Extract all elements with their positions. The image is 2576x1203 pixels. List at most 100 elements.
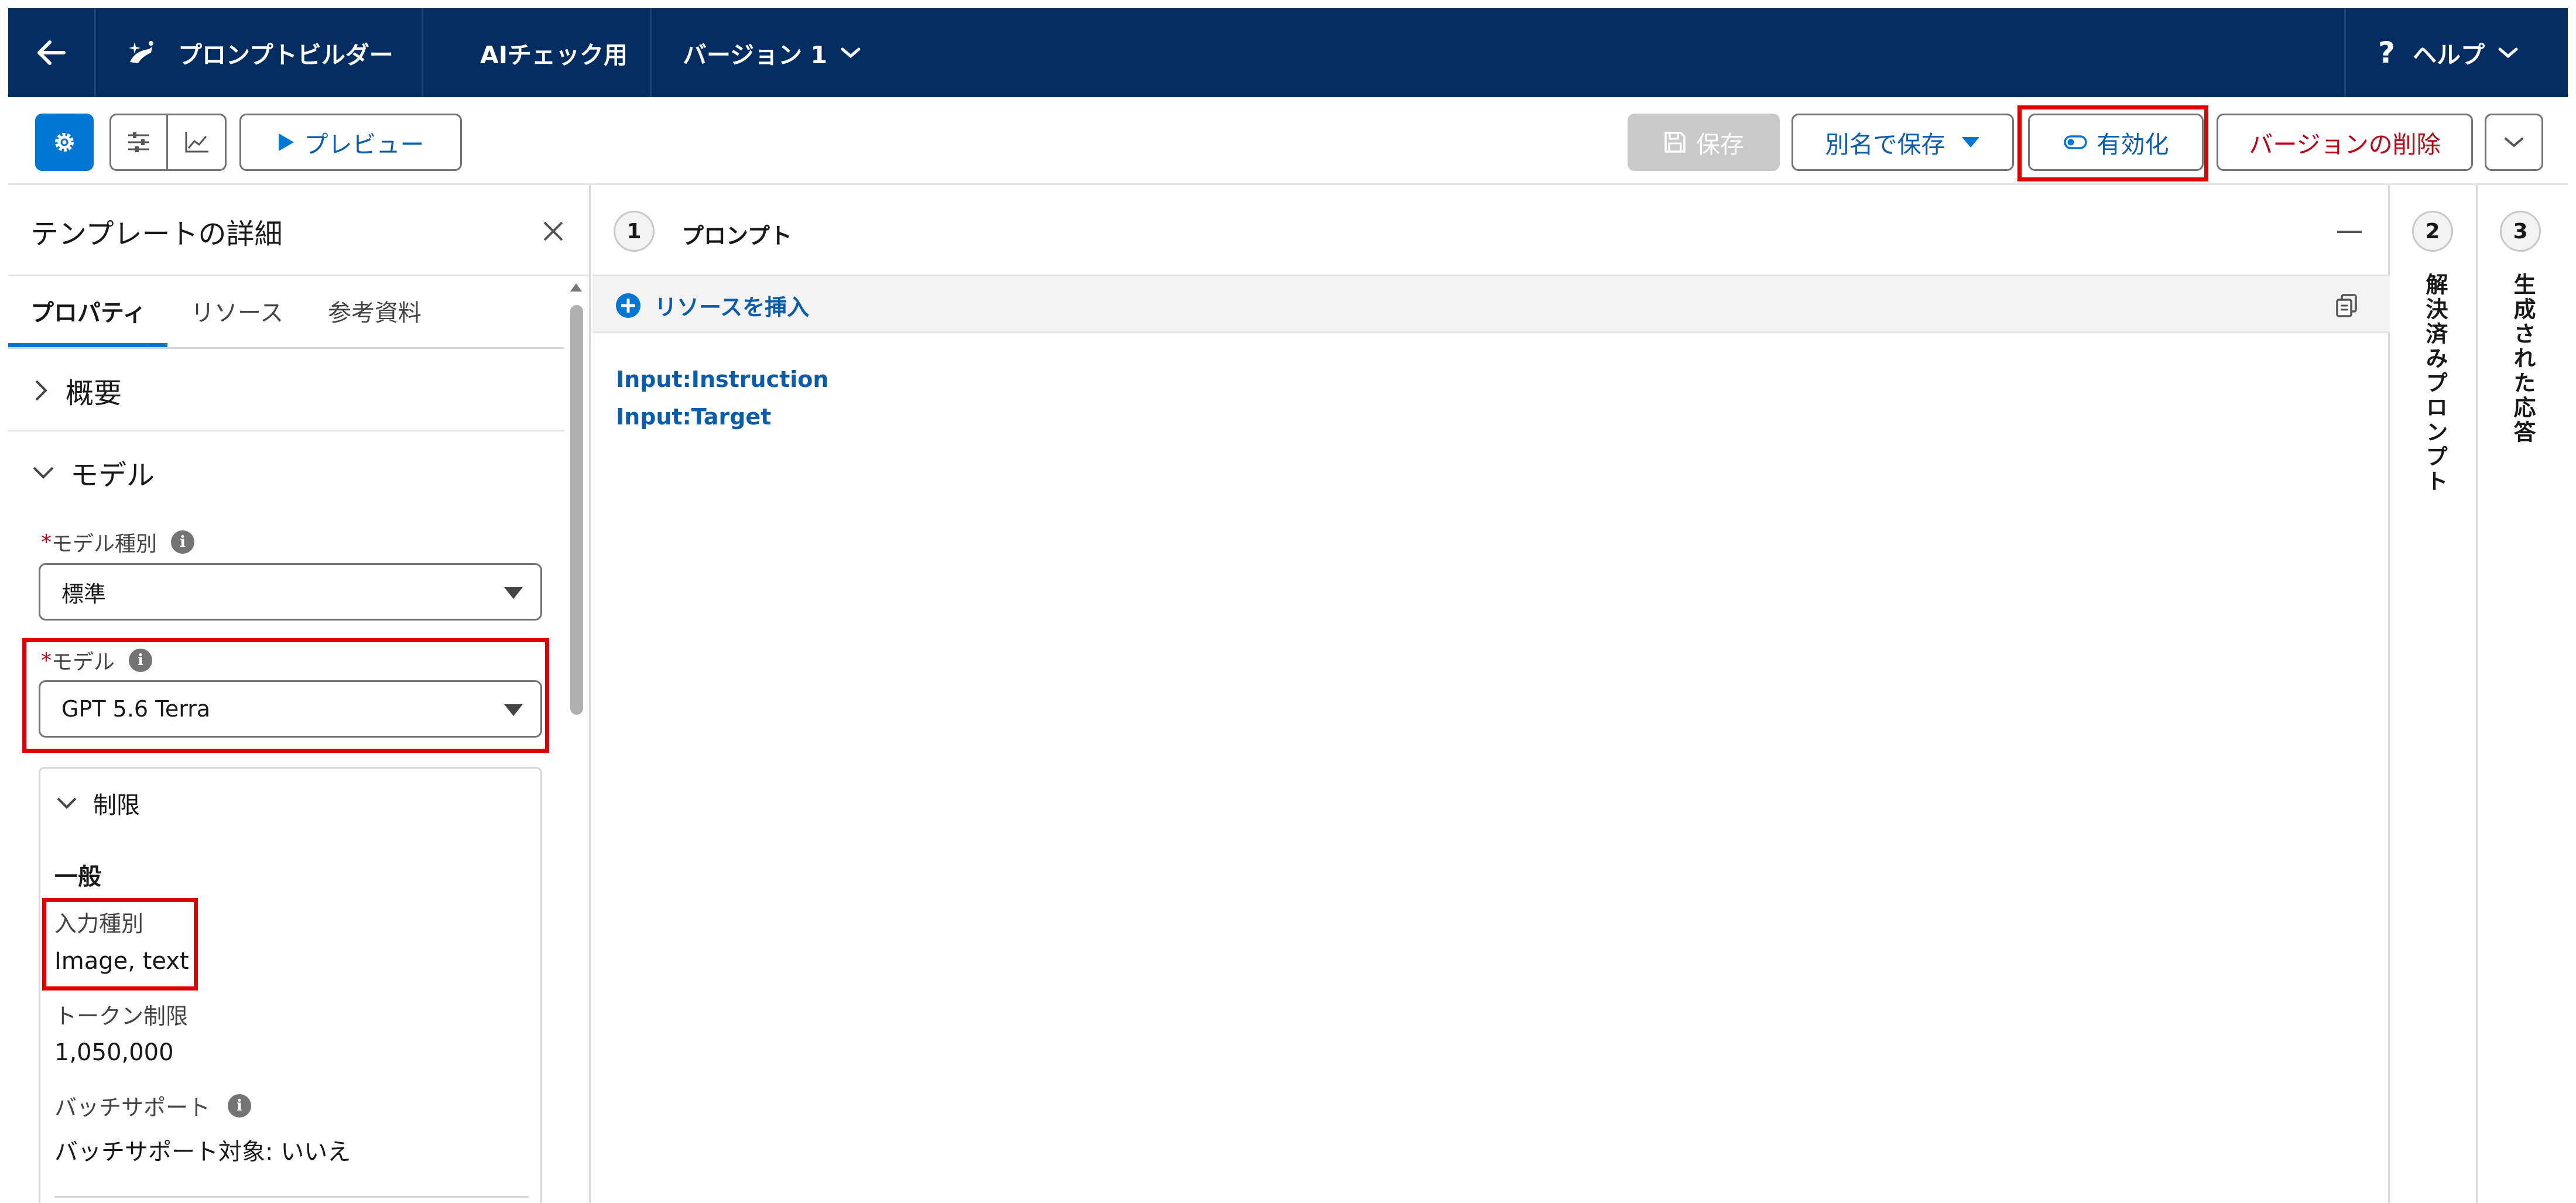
prompt-title: プロンプト bbox=[681, 223, 792, 249]
template-details-panel: テンプレートの詳細 プロパティ リソース 参考資料 概要 モデル * モデル種別… bbox=[8, 185, 591, 1203]
model-type-value: 標準 bbox=[61, 581, 107, 607]
preview-button[interactable]: プレビュー bbox=[239, 114, 462, 171]
prompt-toolbar: リソースを挿入 bbox=[592, 275, 2390, 333]
nav-divider bbox=[650, 8, 652, 97]
delete-version-label: バージョンの削除 bbox=[2249, 131, 2441, 159]
play-icon bbox=[278, 133, 294, 151]
caret-down-icon bbox=[504, 587, 523, 599]
model-type-select[interactable]: 標準 bbox=[39, 563, 542, 621]
limits-card: 制限 一般 入力種別 Image, text トークン制限 1,050,000 … bbox=[39, 767, 542, 1203]
delete-version-button[interactable]: バージョンの削除 bbox=[2217, 114, 2473, 171]
step-number: 1 bbox=[614, 211, 655, 252]
activate-label: 有効化 bbox=[2097, 131, 2169, 159]
more-actions-button[interactable] bbox=[2485, 114, 2543, 171]
insert-resource-label: リソースを挿入 bbox=[655, 294, 810, 320]
info-icon[interactable]: i bbox=[171, 530, 195, 554]
settings-button[interactable] bbox=[35, 114, 94, 171]
limits-label: 制限 bbox=[93, 792, 140, 819]
app-name: プロンプトビルダー bbox=[178, 41, 393, 69]
version-label: バージョン 1 bbox=[683, 41, 827, 69]
scroll-up-arrow-icon bbox=[570, 283, 582, 292]
batch-support-label-row: バッチサポート i bbox=[54, 1089, 252, 1122]
nav-divider bbox=[422, 8, 423, 97]
divider bbox=[8, 430, 564, 431]
sliders-icon bbox=[128, 132, 149, 152]
tab-references[interactable]: 参考資料 bbox=[328, 294, 422, 328]
plus-circle-icon bbox=[616, 293, 640, 318]
tab-properties[interactable]: プロパティ bbox=[30, 294, 146, 328]
required-mark: * bbox=[41, 530, 52, 554]
batch-support-label: バッチサポート bbox=[54, 1095, 211, 1120]
activate-button[interactable]: 有効化 bbox=[2028, 114, 2204, 171]
toolbar: プレビュー 保存 別名で保存 有効化 バージョンの削除 bbox=[8, 97, 2568, 185]
save-as-button[interactable]: 別名で保存 bbox=[1791, 114, 2014, 171]
help-label: ヘルプ bbox=[2413, 41, 2485, 69]
top-nav-bar: プロンプトビルダー AIチェック用 バージョン 1 ? ヘルプ bbox=[8, 8, 2568, 97]
info-icon[interactable]: i bbox=[228, 1094, 252, 1118]
close-icon[interactable] bbox=[542, 220, 564, 242]
prompt-line: Input:Target bbox=[616, 404, 772, 430]
batch-support-value: バッチサポート対象: いいえ bbox=[54, 1139, 351, 1166]
model-select[interactable]: GPT 5.6 Terra bbox=[39, 680, 542, 738]
info-icon[interactable]: i bbox=[129, 649, 153, 672]
template-name: AIチェック用 bbox=[480, 41, 628, 69]
model-type-label: モデル種別 bbox=[52, 532, 157, 556]
general-heading: 一般 bbox=[54, 863, 101, 890]
input-type-label: 入力種別 bbox=[54, 911, 144, 937]
help-menu[interactable]: ? ヘルプ bbox=[2378, 8, 2519, 97]
prompt-editor[interactable]: Input:Instruction Input:Target bbox=[616, 361, 2361, 1180]
chevron-down-icon bbox=[2505, 138, 2523, 148]
question-icon: ? bbox=[2378, 36, 2396, 70]
save-button[interactable]: 保存 bbox=[1628, 114, 1780, 171]
divider bbox=[8, 347, 564, 349]
required-mark: * bbox=[41, 648, 52, 673]
view-toggle-group bbox=[109, 114, 227, 171]
active-tab-indicator bbox=[8, 343, 167, 347]
minimize-icon[interactable] bbox=[2337, 231, 2362, 233]
back-button[interactable] bbox=[8, 8, 96, 97]
chart-button[interactable] bbox=[168, 115, 225, 169]
resolved-prompt-label: 解決済みプロンプト bbox=[2422, 273, 2448, 494]
model-label: モデル bbox=[52, 650, 115, 674]
panel-title: テンプレートの詳細 bbox=[30, 218, 283, 251]
version-dropdown[interactable]: バージョン 1 bbox=[683, 8, 861, 97]
model-label-row: * モデル i bbox=[41, 645, 153, 676]
chevron-down-icon bbox=[2498, 47, 2518, 59]
nav-divider bbox=[2344, 8, 2346, 97]
gear-icon bbox=[55, 133, 74, 152]
caret-down-icon bbox=[1961, 137, 1979, 148]
divider bbox=[8, 275, 589, 276]
model-value: GPT 5.6 Terra bbox=[61, 696, 211, 722]
floppy-disk-icon bbox=[1664, 132, 1686, 153]
limits-section-toggle[interactable]: 制限 bbox=[56, 786, 140, 820]
model-section-toggle[interactable]: モデル bbox=[32, 452, 155, 493]
prompt-panel: 1 プロンプト リソースを挿入 Input:Instruction Input:… bbox=[592, 185, 2390, 1203]
overview-section-toggle[interactable]: 概要 bbox=[34, 370, 122, 411]
step-number: 3 bbox=[2500, 211, 2541, 252]
scrollbar-thumb[interactable] bbox=[570, 305, 583, 715]
save-label: 保存 bbox=[1696, 131, 1744, 159]
sparkle-hand-icon bbox=[129, 41, 153, 63]
chevron-down-icon bbox=[841, 47, 861, 59]
copy-icon[interactable] bbox=[2335, 294, 2358, 318]
divider bbox=[54, 1196, 529, 1198]
chevron-right-icon bbox=[35, 380, 47, 401]
insert-resource-button[interactable]: リソースを挿入 bbox=[615, 289, 809, 321]
arrow-left-icon bbox=[37, 40, 66, 65]
tab-resources[interactable]: リソース bbox=[191, 294, 283, 328]
token-limit-label: トークン制限 bbox=[54, 1003, 189, 1029]
toggle-icon bbox=[2063, 135, 2087, 149]
resolved-prompt-panel[interactable]: 2 解決済みプロンプト bbox=[2390, 185, 2478, 1203]
scrollbar[interactable] bbox=[567, 279, 584, 1203]
chevron-down-icon bbox=[33, 467, 54, 479]
preview-label: プレビュー bbox=[304, 131, 424, 159]
config-button[interactable] bbox=[111, 115, 168, 169]
input-type-value: Image, text bbox=[54, 948, 189, 975]
line-chart-icon bbox=[185, 132, 208, 153]
chevron-down-icon bbox=[57, 797, 77, 809]
model-type-label-row: * モデル種別 i bbox=[41, 527, 195, 557]
overview-label: 概要 bbox=[66, 377, 122, 410]
save-as-label: 別名で保存 bbox=[1825, 131, 1945, 159]
generated-response-panel[interactable]: 3 生成された応答 bbox=[2478, 185, 2568, 1203]
token-limit-value: 1,050,000 bbox=[54, 1039, 174, 1066]
